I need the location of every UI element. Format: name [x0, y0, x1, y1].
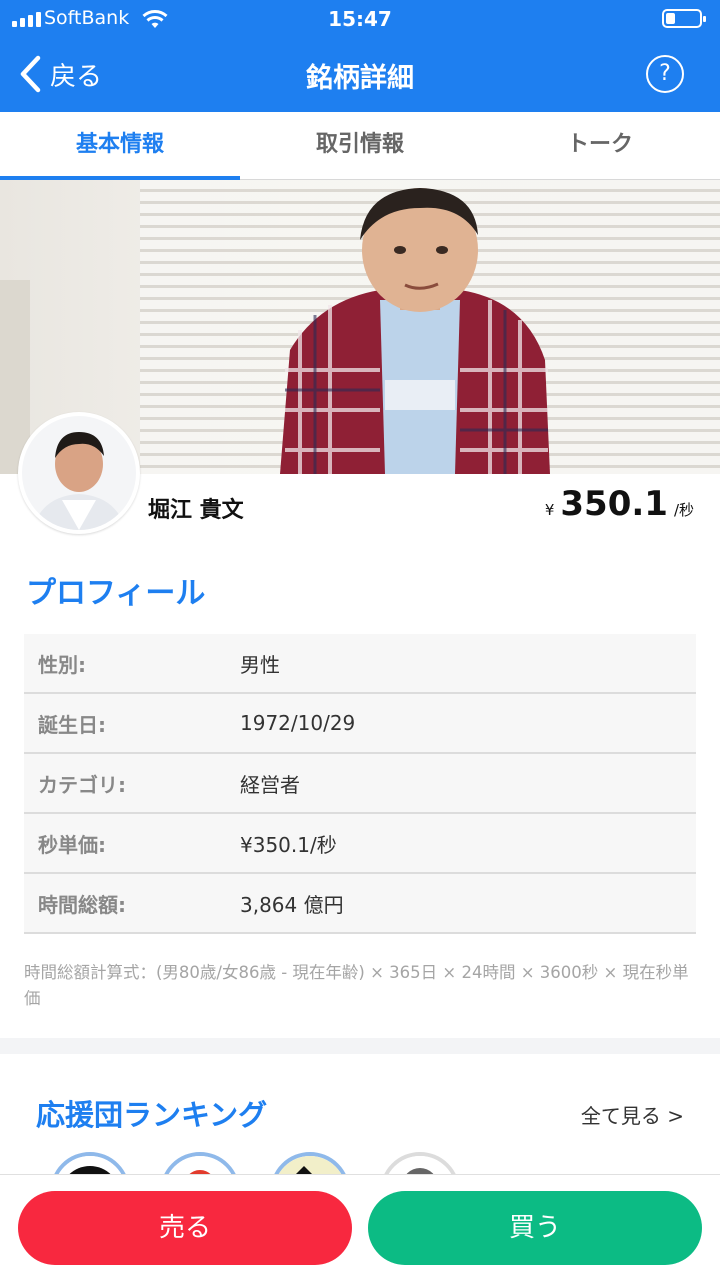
- profile-key: 時間総額:: [38, 892, 126, 917]
- profile-key: 秒単価:: [38, 832, 106, 857]
- profile-title: プロフィール: [26, 576, 206, 611]
- person-photo: [280, 188, 550, 474]
- price-value: 350.1: [560, 484, 668, 524]
- profile-key: カテゴリ:: [38, 772, 126, 797]
- battery-level: [666, 13, 675, 24]
- profile-row-birthday: 誕生日: 1972/10/29: [24, 694, 696, 754]
- help-button[interactable]: ?: [646, 55, 684, 93]
- buy-button[interactable]: 買う: [368, 1191, 702, 1265]
- profile-row-total-value: 時間総額: 3,864 億円: [24, 874, 696, 934]
- section-divider: [0, 1038, 720, 1054]
- person-name: 堀江 貴文: [148, 498, 244, 523]
- formula-note: 時間総額計算式：(男80歳/女86歳 - 現在年齢) × 365日 × 24時間…: [24, 963, 689, 1008]
- profile-value: 3,864 億円: [240, 892, 344, 917]
- top-app-bar: SoftBank 15:47 戻る 銘柄詳細 ?: [0, 0, 720, 112]
- chevron-left-icon: [20, 55, 41, 93]
- profile-value: ¥350.1/秒: [240, 832, 337, 857]
- profile-row-unit-price: 秒単価: ¥350.1/秒: [24, 814, 696, 874]
- status-bar: SoftBank 15:47: [0, 0, 720, 38]
- profile-key: 性別:: [38, 652, 86, 677]
- price-per-second: ¥ 350.1 /秒: [545, 484, 694, 524]
- profile-value: 経営者: [240, 772, 300, 797]
- ranking-title: 応援団ランキング: [36, 1098, 268, 1132]
- avatar-portrait: [22, 416, 136, 530]
- see-all-link[interactable]: 全て見る >: [581, 1100, 684, 1129]
- profile-row-category: カテゴリ: 経営者: [24, 754, 696, 814]
- profile-row-gender: 性別: 男性: [24, 634, 696, 694]
- page-title: 銘柄詳細: [306, 63, 414, 94]
- sell-button[interactable]: 売る: [18, 1191, 352, 1265]
- status-time: 15:47: [328, 7, 392, 31]
- profile-key: 誕生日:: [38, 712, 106, 737]
- bottom-action-bar: 売る 買う: [0, 1174, 720, 1280]
- back-label: 戻る: [50, 61, 103, 92]
- profile-value: 男性: [240, 652, 280, 677]
- price-unit: /秒: [673, 501, 694, 519]
- profile-table: 性別: 男性 誕生日: 1972/10/29 カテゴリ: 経営者 秒単価: ¥3…: [24, 634, 696, 934]
- avatar: [18, 412, 140, 534]
- tab-talk[interactable]: トーク: [480, 112, 720, 179]
- tab-bar: 基本情報 取引情報 トーク: [0, 112, 720, 180]
- battery-icon: [662, 9, 706, 28]
- back-button[interactable]: 戻る: [18, 52, 102, 96]
- profile-value: 1972/10/29: [240, 711, 356, 735]
- tab-trade-info[interactable]: 取引情報: [240, 112, 480, 179]
- price-currency: ¥: [544, 501, 555, 519]
- tab-basic-info[interactable]: 基本情報: [0, 112, 240, 180]
